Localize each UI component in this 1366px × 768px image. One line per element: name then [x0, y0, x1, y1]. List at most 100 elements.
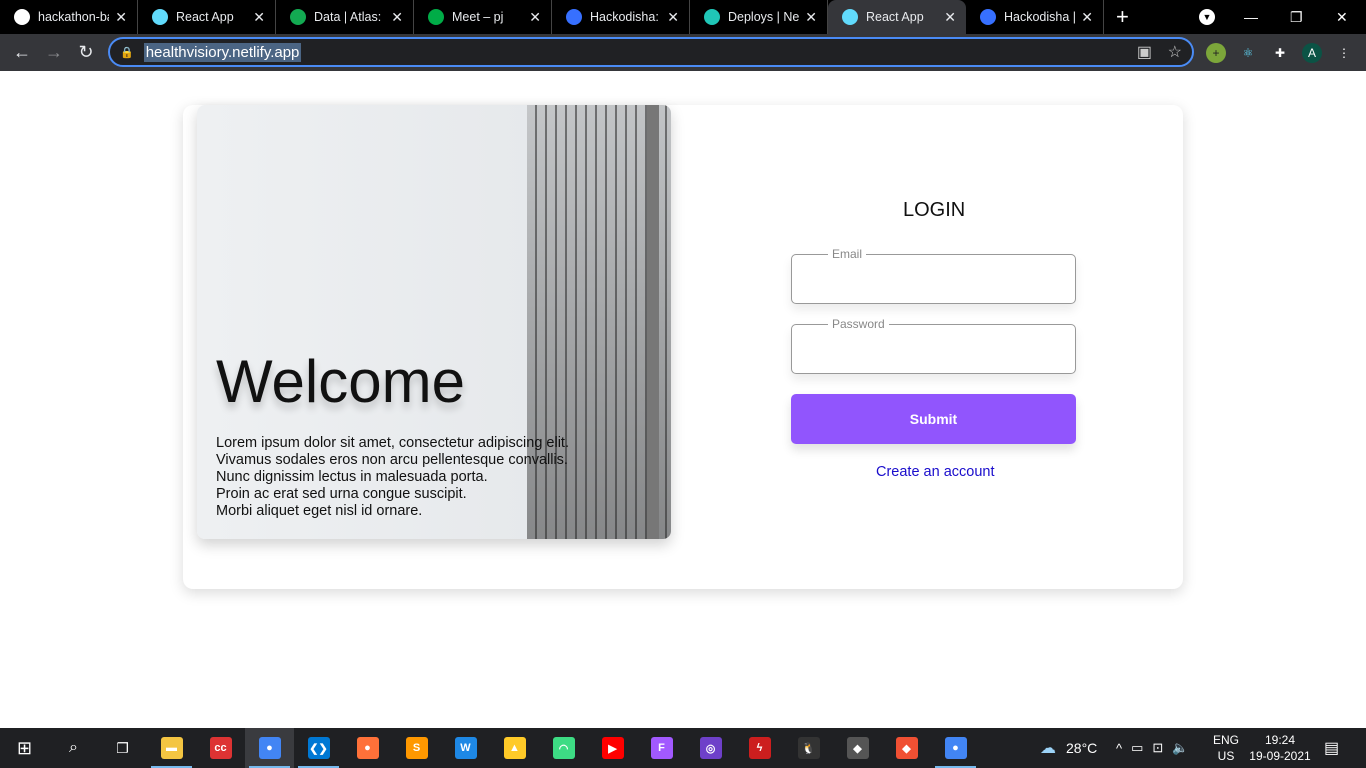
sublime-text-icon: S: [405, 737, 428, 759]
password-label: Password: [828, 317, 889, 331]
tab-title: Data | Atlas: M: [314, 10, 385, 24]
create-account-link[interactable]: Create an account: [876, 464, 995, 480]
task-view-button[interactable]: ❐: [98, 728, 147, 768]
submit-button[interactable]: Submit: [791, 394, 1076, 444]
taskbar-app-youtube[interactable]: ▶: [588, 728, 637, 768]
react-icon: [842, 9, 858, 25]
region-text: US: [1217, 749, 1235, 763]
system-tray: ^ ▭ ⊡ 🔈: [1116, 728, 1189, 768]
email-field[interactable]: Email: [791, 247, 1076, 304]
restore-button[interactable]: ❐: [1290, 0, 1303, 34]
forward-button[interactable]: →: [38, 42, 70, 63]
taskbar-app-vscode[interactable]: ❮❯: [294, 728, 343, 768]
chrome-2-icon: ●: [944, 737, 967, 759]
email-input[interactable]: [792, 255, 1075, 303]
android-studio-icon: ◠: [552, 737, 575, 759]
back-button[interactable]: ←: [6, 42, 38, 63]
volume-icon[interactable]: 🔈: [1172, 740, 1188, 756]
address-bar[interactable]: 🔒 healthvisiory.netlify.app ▣ ☆: [108, 37, 1194, 67]
firefox-icon: ●: [356, 737, 379, 759]
tab-close-icon[interactable]: ✕: [115, 9, 127, 26]
tab-close-icon[interactable]: ✕: [667, 9, 679, 26]
taskbar-app-ccleaner[interactable]: cc: [196, 728, 245, 768]
tab-close-icon[interactable]: ✕: [1081, 9, 1093, 26]
browser-toolbar: ← → ↻ 🔒 healthvisiory.netlify.app ▣ ☆: [0, 34, 1366, 71]
cloud-icon: ☁: [1040, 740, 1056, 757]
taskbar-app-webstorm[interactable]: W: [441, 728, 490, 768]
taskbar-app-unity[interactable]: ◆: [833, 728, 882, 768]
devfolio-icon: [566, 9, 582, 25]
unity-icon: ◆: [846, 737, 869, 759]
start-button[interactable]: ⊞: [0, 728, 49, 768]
taskbar-app-linux[interactable]: 🐧: [784, 728, 833, 768]
taskbar-app-figma[interactable]: F: [637, 728, 686, 768]
tab[interactable]: hackathon-ba ✕: [0, 0, 138, 34]
tab-title: Deploys | Net: [728, 10, 800, 24]
taskbar-app-firebase[interactable]: ▲: [490, 728, 539, 768]
language-indicator[interactable]: ENG US: [1213, 728, 1239, 768]
git-icon: ◆: [895, 737, 918, 759]
extensions-puzzle-icon[interactable]: ✚: [1270, 43, 1290, 63]
tab[interactable]: Deploys | Net ✕: [690, 0, 828, 34]
tab[interactable]: React App ✕: [138, 0, 276, 34]
react-icon: [152, 9, 168, 25]
tab-close-icon[interactable]: ✕: [391, 9, 403, 26]
network-icon[interactable]: ⊡: [1152, 740, 1163, 756]
reload-button[interactable]: ↻: [70, 42, 102, 63]
tab-search-icon[interactable]: ▼: [1199, 0, 1215, 34]
lorem-line: Proin ac erat sed urna congue suscipit.: [216, 486, 467, 502]
tab[interactable]: Hackodisha | ✕: [966, 0, 1104, 34]
chevron-up-icon[interactable]: ^: [1116, 741, 1122, 756]
new-tab-button[interactable]: +: [1116, 4, 1129, 30]
search-button[interactable]: ⌕: [49, 728, 98, 768]
tab[interactable]: React App ✕: [828, 0, 966, 34]
close-window-button[interactable]: ✕: [1336, 0, 1348, 34]
tab[interactable]: Hackodisha: D ✕: [552, 0, 690, 34]
notification-icon[interactable]: ▤: [1324, 728, 1339, 768]
lang-text: ENG: [1213, 733, 1240, 747]
clock[interactable]: 19:24 19-09-2021: [1248, 728, 1312, 768]
tab[interactable]: Meet – pj ✕: [414, 0, 552, 34]
minimize-button[interactable]: —: [1244, 0, 1258, 34]
taskbar-app-chrome-2[interactable]: ●: [931, 728, 980, 768]
welcome-heading: Welcome: [216, 348, 465, 415]
github-desktop-icon: ◎: [699, 737, 722, 759]
taskbar-app-git[interactable]: ◆: [882, 728, 931, 768]
tab-close-icon[interactable]: ✕: [253, 9, 265, 26]
tab-title: React App: [866, 10, 924, 24]
taskbar-app-file-explorer[interactable]: ▬: [147, 728, 196, 768]
taskbar-app-chrome[interactable]: ●: [245, 728, 294, 768]
taskbar-app-github-desktop[interactable]: ◎: [686, 728, 735, 768]
bookmark-star-icon[interactable]: ☆: [1168, 42, 1182, 62]
profile-avatar[interactable]: A: [1302, 43, 1322, 63]
staircase-pole: [647, 105, 659, 539]
password-field[interactable]: Password: [791, 317, 1076, 374]
react-devtools-icon[interactable]: ⚛: [1238, 43, 1258, 63]
tab-close-icon[interactable]: ✕: [944, 9, 956, 26]
extension-plus-icon[interactable]: +: [1206, 43, 1226, 63]
file-explorer-icon: ▬: [160, 737, 183, 759]
tab-title: Hackodisha: D: [590, 10, 661, 24]
welcome-panel: Welcome Lorem ipsum dolor sit amet, cons…: [197, 105, 671, 539]
tab-title: React App: [176, 10, 234, 24]
weather-widget[interactable]: ☁ 28°C: [1040, 728, 1097, 768]
tab[interactable]: Data | Atlas: M ✕: [276, 0, 414, 34]
tab-close-icon[interactable]: ✕: [529, 9, 541, 26]
qr-code-icon[interactable]: ▣: [1137, 42, 1152, 62]
tab-close-icon[interactable]: ✕: [805, 9, 817, 26]
taskbar-app-flash[interactable]: ϟ: [735, 728, 784, 768]
windows-icon: ⊞: [16, 737, 33, 758]
taskbar-app-android-studio[interactable]: ◠: [539, 728, 588, 768]
taskbar-app-sublime-text[interactable]: S: [392, 728, 441, 768]
google-meet-icon: [428, 9, 444, 25]
url-text[interactable]: healthvisiory.netlify.app: [143, 42, 302, 62]
task-view-icon: ❐: [116, 739, 129, 756]
password-input[interactable]: [792, 325, 1075, 373]
battery-icon[interactable]: ▭: [1131, 740, 1143, 756]
menu-kebab-icon[interactable]: ⋮: [1334, 43, 1354, 63]
search-icon: ⌕: [69, 739, 78, 756]
taskbar-app-firefox[interactable]: ●: [343, 728, 392, 768]
welcome-text: Lorem ipsum dolor sit amet, consectetur …: [216, 435, 569, 520]
login-title: LOGIN: [903, 199, 966, 221]
lorem-line: Lorem ipsum dolor sit amet, consectetur …: [216, 435, 569, 451]
